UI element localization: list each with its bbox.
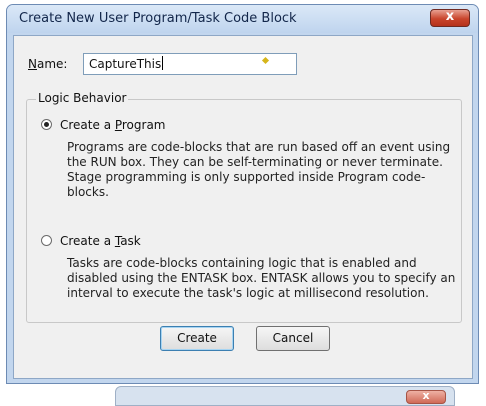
radio-create-program[interactable]: Create a Program: [41, 118, 166, 132]
background-close-button[interactable]: x: [406, 389, 446, 404]
radio-program-label-hotkey: P: [114, 118, 122, 132]
name-input[interactable]: CaptureThis: [83, 53, 297, 75]
background-window-titlebar: x: [115, 386, 455, 406]
radio-task-label-prefix: Create a: [60, 234, 115, 248]
radio-program-label-prefix: Create a: [60, 118, 115, 132]
program-description: Programs are code-blocks that are run ba…: [67, 140, 451, 199]
name-label-hotkey: N: [28, 57, 37, 71]
name-input-value: CaptureThis: [89, 57, 162, 71]
logic-behavior-group: Logic Behavior Create a Program Programs…: [26, 91, 462, 323]
create-button[interactable]: Create: [160, 326, 234, 351]
close-icon: x: [422, 389, 430, 402]
create-code-block-dialog: Create New User Program/Task Code Block …: [6, 4, 479, 384]
task-description: Tasks are code-blocks containing logic t…: [67, 256, 456, 300]
radio-task-label-rest: ask: [120, 234, 141, 248]
required-marker-icon: [261, 56, 270, 65]
close-icon: x: [445, 9, 455, 24]
radio-program-label-rest: rogram: [121, 118, 166, 132]
radio-button-icon[interactable]: [41, 235, 52, 246]
close-button[interactable]: x: [430, 9, 470, 27]
radio-create-task[interactable]: Create a Task: [41, 234, 141, 248]
text-caret: [162, 56, 164, 70]
logic-behavior-legend: Logic Behavior: [36, 91, 129, 105]
name-label-text: ame:: [36, 57, 68, 71]
title-bar[interactable]: Create New User Program/Task Code Block …: [7, 5, 478, 33]
cancel-button[interactable]: Cancel: [256, 326, 330, 351]
dialog-title: Create New User Program/Task Code Block: [19, 11, 297, 26]
radio-button-icon[interactable]: [41, 119, 52, 130]
dialog-body: Name: CaptureThis Logic Behavior Create …: [13, 35, 473, 379]
name-label: Name:: [28, 57, 67, 71]
